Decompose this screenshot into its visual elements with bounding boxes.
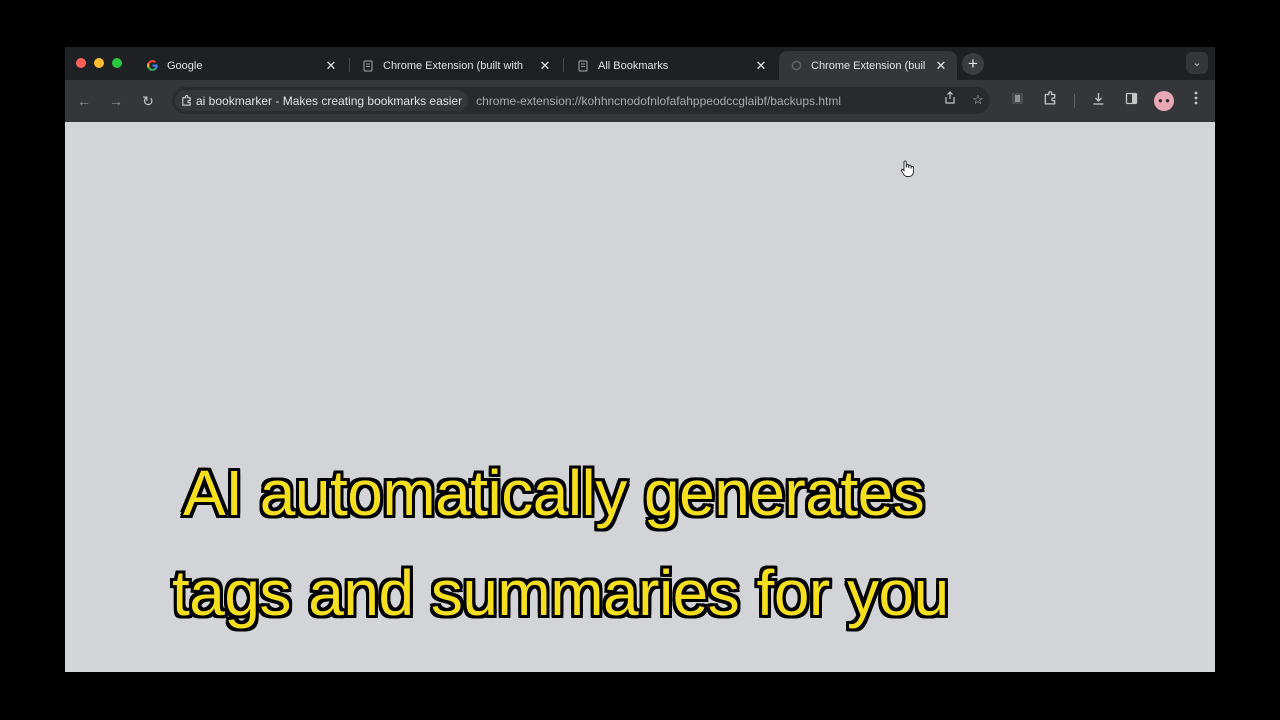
download-icon[interactable] bbox=[1087, 90, 1109, 112]
tab-title: All Bookmarks bbox=[598, 59, 669, 72]
page-icon bbox=[576, 59, 590, 73]
tab-title: Chrome Extension (buil bbox=[811, 59, 926, 72]
forward-arrow-icon[interactable]: → bbox=[105, 90, 127, 112]
tab-divider bbox=[563, 58, 564, 72]
puzzle-icon[interactable] bbox=[1039, 90, 1061, 112]
bookmarker-extension-icon[interactable] bbox=[1006, 90, 1028, 112]
window-close-button[interactable] bbox=[76, 58, 86, 68]
toolbar: ← → ↻ ai bookmarker - Makes creating boo… bbox=[65, 80, 1215, 122]
caption-line-2: tags and summaries for you bbox=[172, 557, 949, 629]
google-g-icon bbox=[145, 59, 159, 73]
caption-line-1: AI automatically generates bbox=[183, 457, 925, 529]
tab-close-icon[interactable]: ✕ bbox=[537, 58, 553, 74]
site-info-chip[interactable]: ai bookmarker - Makes creating bookmarks… bbox=[175, 90, 469, 111]
tab-chrome-extension-active[interactable]: Chrome Extension (buil ✕ bbox=[779, 51, 957, 80]
page-icon bbox=[361, 59, 375, 73]
new-tab-button[interactable]: + bbox=[962, 53, 984, 75]
reload-icon[interactable]: ↻ bbox=[137, 90, 159, 112]
tab-close-icon[interactable]: ✕ bbox=[933, 58, 949, 74]
site-chip-label: ai bookmarker - Makes creating bookmarks… bbox=[196, 93, 463, 108]
back-arrow-icon[interactable]: ← bbox=[73, 90, 95, 112]
extension-puzzle-icon bbox=[182, 95, 191, 106]
star-icon[interactable]: ☆ bbox=[968, 90, 988, 110]
tab-close-icon[interactable]: ✕ bbox=[323, 58, 339, 74]
tab-title: Google bbox=[167, 59, 203, 72]
kebab-menu-icon[interactable] bbox=[1185, 90, 1207, 112]
window-minimize-button[interactable] bbox=[94, 58, 104, 68]
address-bar[interactable]: ai bookmarker - Makes creating bookmarks… bbox=[172, 87, 990, 114]
window-maximize-button[interactable] bbox=[112, 58, 122, 68]
tab-title: Chrome Extension (built with bbox=[383, 59, 524, 72]
tab-chrome-extension-1[interactable]: Chrome Extension (built with ✕ bbox=[351, 51, 561, 80]
loading-icon bbox=[789, 59, 803, 73]
profile-avatar[interactable]: ● ● bbox=[1154, 91, 1174, 111]
tab-search-chevron-icon[interactable]: ⌄ bbox=[1186, 52, 1208, 74]
side-panel-icon[interactable] bbox=[1120, 90, 1142, 112]
tab-google[interactable]: Google ✕ bbox=[135, 51, 347, 80]
tab-close-icon[interactable]: ✕ bbox=[753, 58, 769, 74]
tab-strip: Google ✕ Chrome Extension (built with ✕ … bbox=[65, 47, 1215, 80]
tab-divider bbox=[349, 58, 350, 72]
tab-all-bookmarks[interactable]: All Bookmarks ✕ bbox=[566, 51, 777, 80]
hand-cursor-icon bbox=[900, 160, 914, 177]
url-text: chrome-extension://kohhncnodofnlofafahpp… bbox=[476, 93, 842, 108]
share-icon[interactable] bbox=[940, 90, 960, 110]
toolbar-divider bbox=[1074, 94, 1075, 108]
